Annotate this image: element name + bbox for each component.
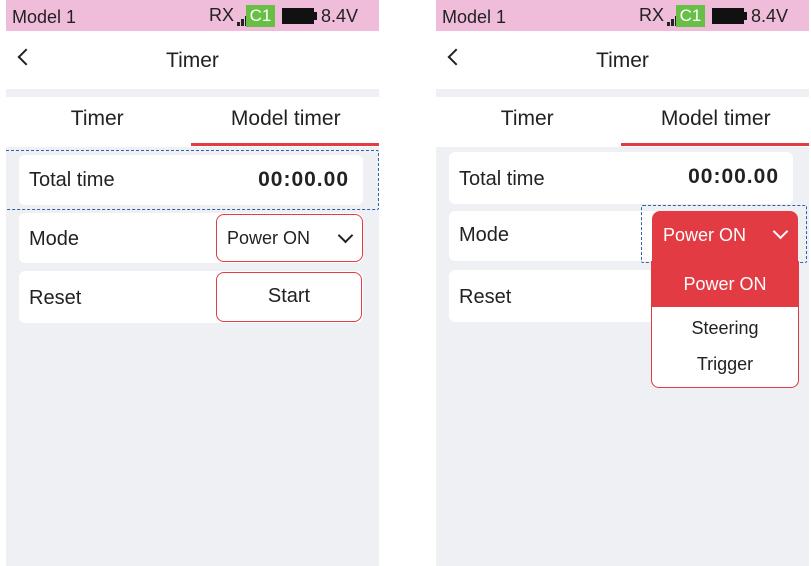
rx-label: RX <box>209 5 235 25</box>
nav-bar: Timer <box>436 31 809 89</box>
tab-bar: Timer Model timer <box>436 97 809 147</box>
battery-tip-icon <box>314 12 317 20</box>
mode-label: Mode <box>459 224 510 246</box>
channel-badge: C1 <box>676 5 705 27</box>
active-tab-underline <box>621 143 809 146</box>
status-model-name: Model 1 <box>442 7 507 27</box>
status-voltage: 8.4V <box>751 6 789 26</box>
option-power-on[interactable]: Power ON <box>652 262 798 307</box>
reset-label: Reset <box>29 287 82 309</box>
total-time-row: Total time 00:00.00 <box>449 152 793 204</box>
chevron-down-icon <box>337 227 354 244</box>
reset-label: Reset <box>459 286 512 308</box>
tab-timer[interactable]: Timer <box>6 107 191 131</box>
page-title: Timer <box>596 49 649 72</box>
status-bar: Model 1 RX C1 8.4V <box>436 0 809 31</box>
mode-select-value: Power ON <box>663 225 747 245</box>
status-bar: Model 1 RX C1 8.4V <box>6 0 379 31</box>
battery-tip-icon <box>744 12 747 20</box>
mode-label: Mode <box>29 228 80 250</box>
start-button[interactable]: Start <box>216 272 362 322</box>
mode-select[interactable]: Power ON <box>216 214 363 262</box>
battery-icon <box>712 8 744 24</box>
focus-highlight <box>6 150 379 210</box>
chevron-down-icon <box>772 223 789 240</box>
total-time-label: Total time <box>459 168 545 190</box>
total-time-value: 00:00.00 <box>688 165 779 188</box>
rx-label: RX <box>639 5 665 25</box>
screen-left: Model 1 RX C1 8.4V Timer Timer Model tim… <box>6 0 379 566</box>
option-steering[interactable]: Steering <box>652 310 798 346</box>
mode-select-value: Power ON <box>227 228 311 248</box>
mode-row: Mode Power ON <box>19 213 363 263</box>
battery-icon <box>282 8 314 24</box>
mode-dropdown-menu: Power ON Steering Trigger <box>651 261 799 388</box>
tab-bar: Timer Model timer <box>6 97 379 147</box>
tab-timer[interactable]: Timer <box>436 107 621 131</box>
nav-bar: Timer <box>6 31 379 89</box>
reset-row: Reset Start <box>19 271 363 323</box>
page-title: Timer <box>166 49 219 72</box>
mode-select-open[interactable]: Power ON <box>652 211 798 261</box>
tab-model-timer[interactable]: Model timer <box>623 107 810 131</box>
channel-badge: C1 <box>246 5 275 27</box>
screen-right: Model 1 RX C1 8.4V Timer Timer Model tim… <box>436 0 809 566</box>
active-tab-underline <box>191 143 379 146</box>
option-trigger[interactable]: Trigger <box>652 346 798 382</box>
status-voltage: 8.4V <box>321 6 359 26</box>
status-model-name: Model 1 <box>12 7 77 27</box>
tab-model-timer[interactable]: Model timer <box>193 107 380 131</box>
